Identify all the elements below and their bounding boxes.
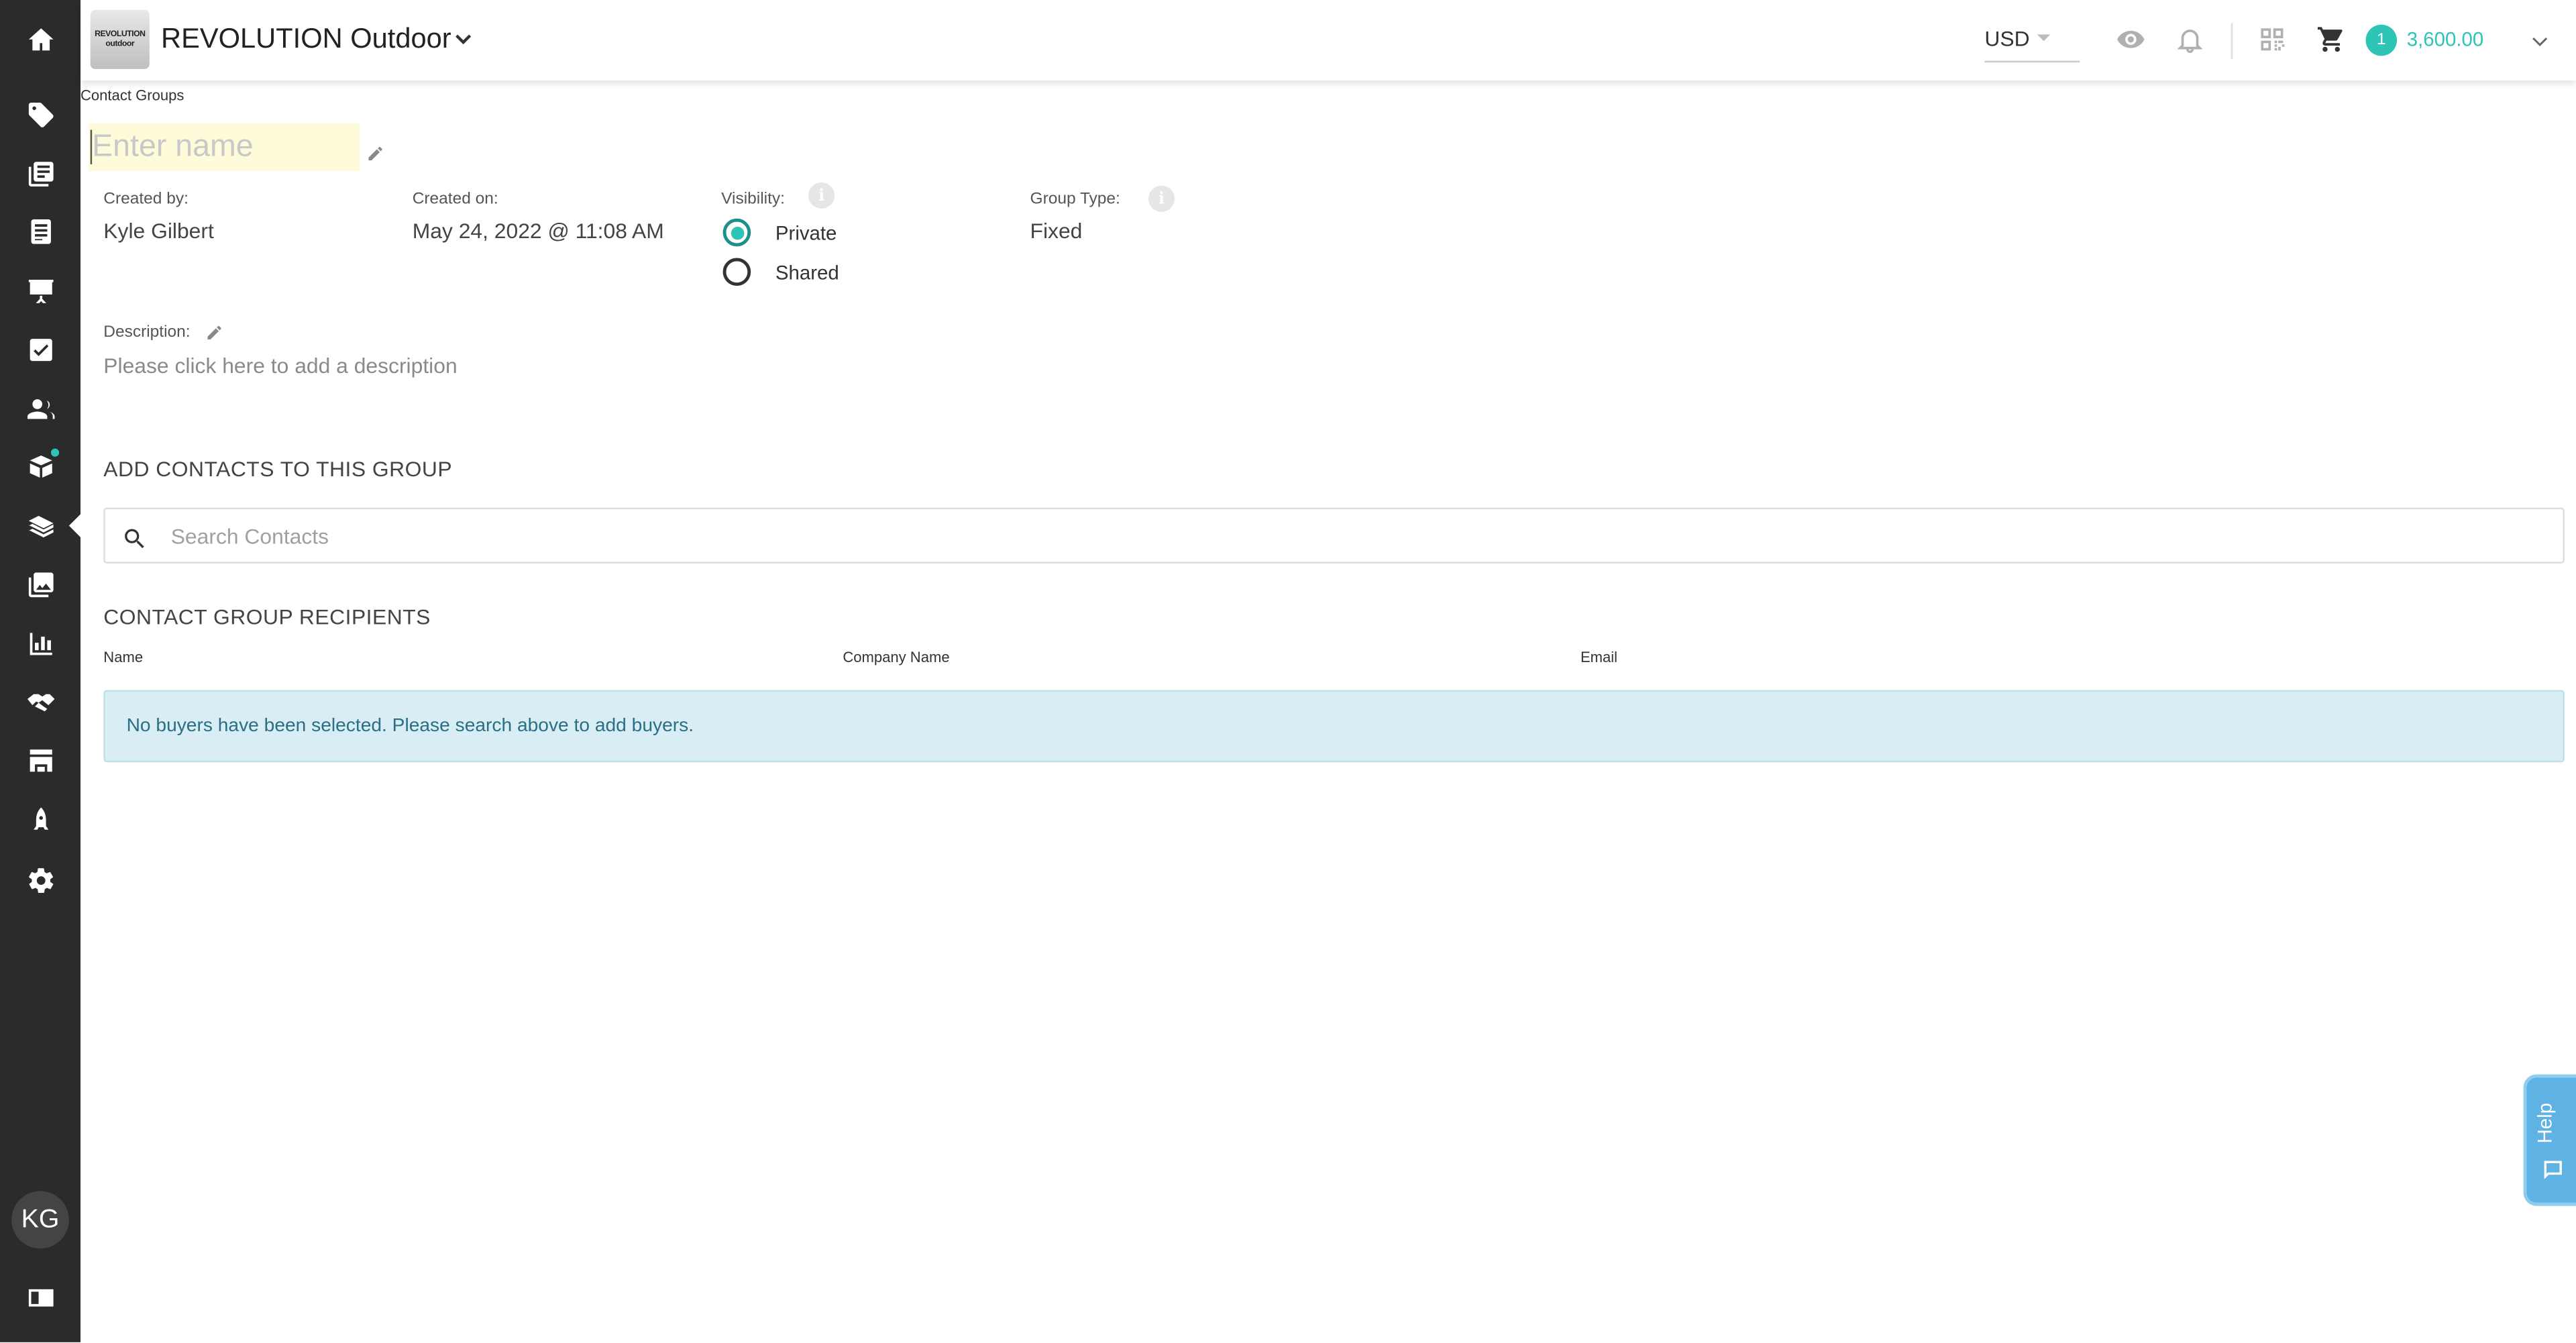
dropdown-caret-icon bbox=[2037, 34, 2051, 42]
sidebar-item-presentations[interactable] bbox=[0, 263, 80, 319]
empty-recipients-alert: No buyers have been selected. Please sea… bbox=[103, 690, 2565, 763]
visibility-private-label[interactable]: Private bbox=[775, 222, 837, 245]
sidebar-item-profile-card[interactable] bbox=[0, 1270, 80, 1326]
sidebar-item-launch[interactable] bbox=[0, 792, 80, 847]
description-placeholder[interactable]: Please click here to add a description bbox=[103, 354, 457, 378]
visibility-shared-label[interactable]: Shared bbox=[775, 261, 839, 284]
preview-button[interactable] bbox=[2116, 25, 2145, 54]
created-on-label: Created on: bbox=[412, 191, 498, 209]
line-sheet-icon bbox=[30, 219, 50, 244]
help-label: Help bbox=[2533, 1103, 2557, 1144]
visibility-info-icon[interactable]: i bbox=[808, 182, 835, 209]
sidebar-item-contacts[interactable] bbox=[0, 381, 80, 437]
recipients-heading: CONTACT GROUP RECIPIENTS bbox=[103, 604, 431, 629]
sidebar-item-media[interactable] bbox=[0, 557, 80, 612]
text-cursor bbox=[90, 129, 93, 164]
reports-icon bbox=[29, 633, 52, 655]
sidebar-item-reports[interactable] bbox=[0, 616, 80, 672]
sidebar-item-marketing[interactable] bbox=[0, 498, 81, 553]
sidebar-item-shipments[interactable] bbox=[0, 439, 80, 494]
orders-icon bbox=[29, 455, 52, 478]
checklist-icon bbox=[29, 339, 52, 362]
tag-icon bbox=[28, 103, 53, 127]
group-type-info-icon[interactable]: i bbox=[1148, 185, 1175, 212]
group-type-label: Group Type: bbox=[1030, 191, 1120, 209]
marketing-icon bbox=[28, 515, 53, 538]
sidebar-item-settings[interactable] bbox=[0, 853, 80, 908]
id-card-icon bbox=[28, 1289, 53, 1307]
sidebar-item-storefront[interactable] bbox=[0, 733, 80, 788]
pencil-icon bbox=[207, 325, 221, 340]
sidebar: KG bbox=[0, 0, 81, 1342]
chevron-down-icon[interactable] bbox=[2528, 30, 2551, 52]
add-contacts-heading: ADD CONTACTS TO THIS GROUP bbox=[103, 456, 453, 482]
notifications-button[interactable] bbox=[2175, 25, 2204, 54]
qr-scan-button[interactable] bbox=[2257, 25, 2287, 54]
user-avatar[interactable]: KG bbox=[11, 1191, 69, 1249]
visibility-label: Visibility: bbox=[721, 191, 785, 209]
visibility-shared-radio[interactable] bbox=[722, 258, 751, 286]
help-button[interactable]: Help bbox=[2523, 1074, 2576, 1206]
currency-value: USD bbox=[1984, 26, 2030, 51]
search-icon bbox=[125, 529, 144, 549]
home-icon bbox=[28, 28, 53, 51]
sidebar-item-orders[interactable] bbox=[0, 322, 80, 378]
top-bar: REVOLUTION outdoor REVOLUTION Outdoor US… bbox=[80, 0, 2576, 81]
sidebar-item-home[interactable] bbox=[0, 11, 80, 67]
media-icon bbox=[28, 572, 53, 598]
contact-search-input[interactable] bbox=[170, 515, 2471, 555]
pencil-icon bbox=[368, 146, 382, 161]
handshake-icon bbox=[26, 694, 54, 712]
settings-icon bbox=[28, 868, 53, 894]
contact-search-box[interactable] bbox=[103, 507, 2565, 564]
qr-code-icon bbox=[2261, 28, 2285, 51]
contacts-icon bbox=[26, 399, 54, 419]
chat-bubble-icon bbox=[2544, 1161, 2562, 1179]
storefront-icon bbox=[29, 749, 52, 772]
edit-description-button[interactable] bbox=[205, 321, 223, 340]
chevron-down-icon[interactable] bbox=[451, 28, 474, 51]
currency-select[interactable]: USD bbox=[1984, 26, 2080, 63]
column-header-company[interactable]: Company Name bbox=[843, 649, 949, 665]
sidebar-item-products[interactable] bbox=[0, 87, 80, 143]
created-by-label: Created by: bbox=[103, 191, 189, 209]
edit-name-button[interactable] bbox=[366, 142, 384, 161]
cart-icon bbox=[2317, 27, 2343, 52]
sidebar-item-catalogs[interactable] bbox=[0, 146, 80, 202]
company-switcher-label[interactable]: REVOLUTION Outdoor bbox=[161, 23, 451, 56]
empty-recipients-message: No buyers have been selected. Please sea… bbox=[126, 716, 694, 737]
cart-button[interactable] bbox=[2316, 25, 2346, 54]
group-name-input[interactable] bbox=[89, 123, 360, 171]
cart-count-badge: 1 bbox=[2365, 24, 2398, 56]
company-logo[interactable]: REVOLUTION outdoor bbox=[90, 9, 150, 69]
group-type-value: Fixed bbox=[1030, 218, 1083, 244]
created-on-value: May 24, 2022 @ 11:08 AM bbox=[412, 218, 664, 244]
description-label: Description: bbox=[103, 323, 191, 342]
eye-icon bbox=[2117, 30, 2145, 48]
column-header-email[interactable]: Email bbox=[1580, 649, 1617, 665]
sidebar-item-line-sheets[interactable] bbox=[0, 204, 80, 260]
column-header-name[interactable]: Name bbox=[103, 649, 143, 665]
rocket-icon bbox=[32, 807, 48, 830]
bell-icon bbox=[2177, 30, 2203, 53]
visibility-private-radio[interactable] bbox=[722, 218, 751, 247]
presentation-icon bbox=[28, 279, 53, 303]
sidebar-item-partners[interactable] bbox=[0, 674, 80, 729]
catalog-icon bbox=[28, 162, 53, 186]
cart-total[interactable]: 3,600.00 bbox=[2407, 28, 2483, 51]
breadcrumb[interactable]: Contact Groups bbox=[80, 87, 184, 103]
divider bbox=[2231, 23, 2233, 60]
notification-dot bbox=[50, 448, 60, 457]
created-by-value: Kyle Gilbert bbox=[103, 218, 214, 244]
